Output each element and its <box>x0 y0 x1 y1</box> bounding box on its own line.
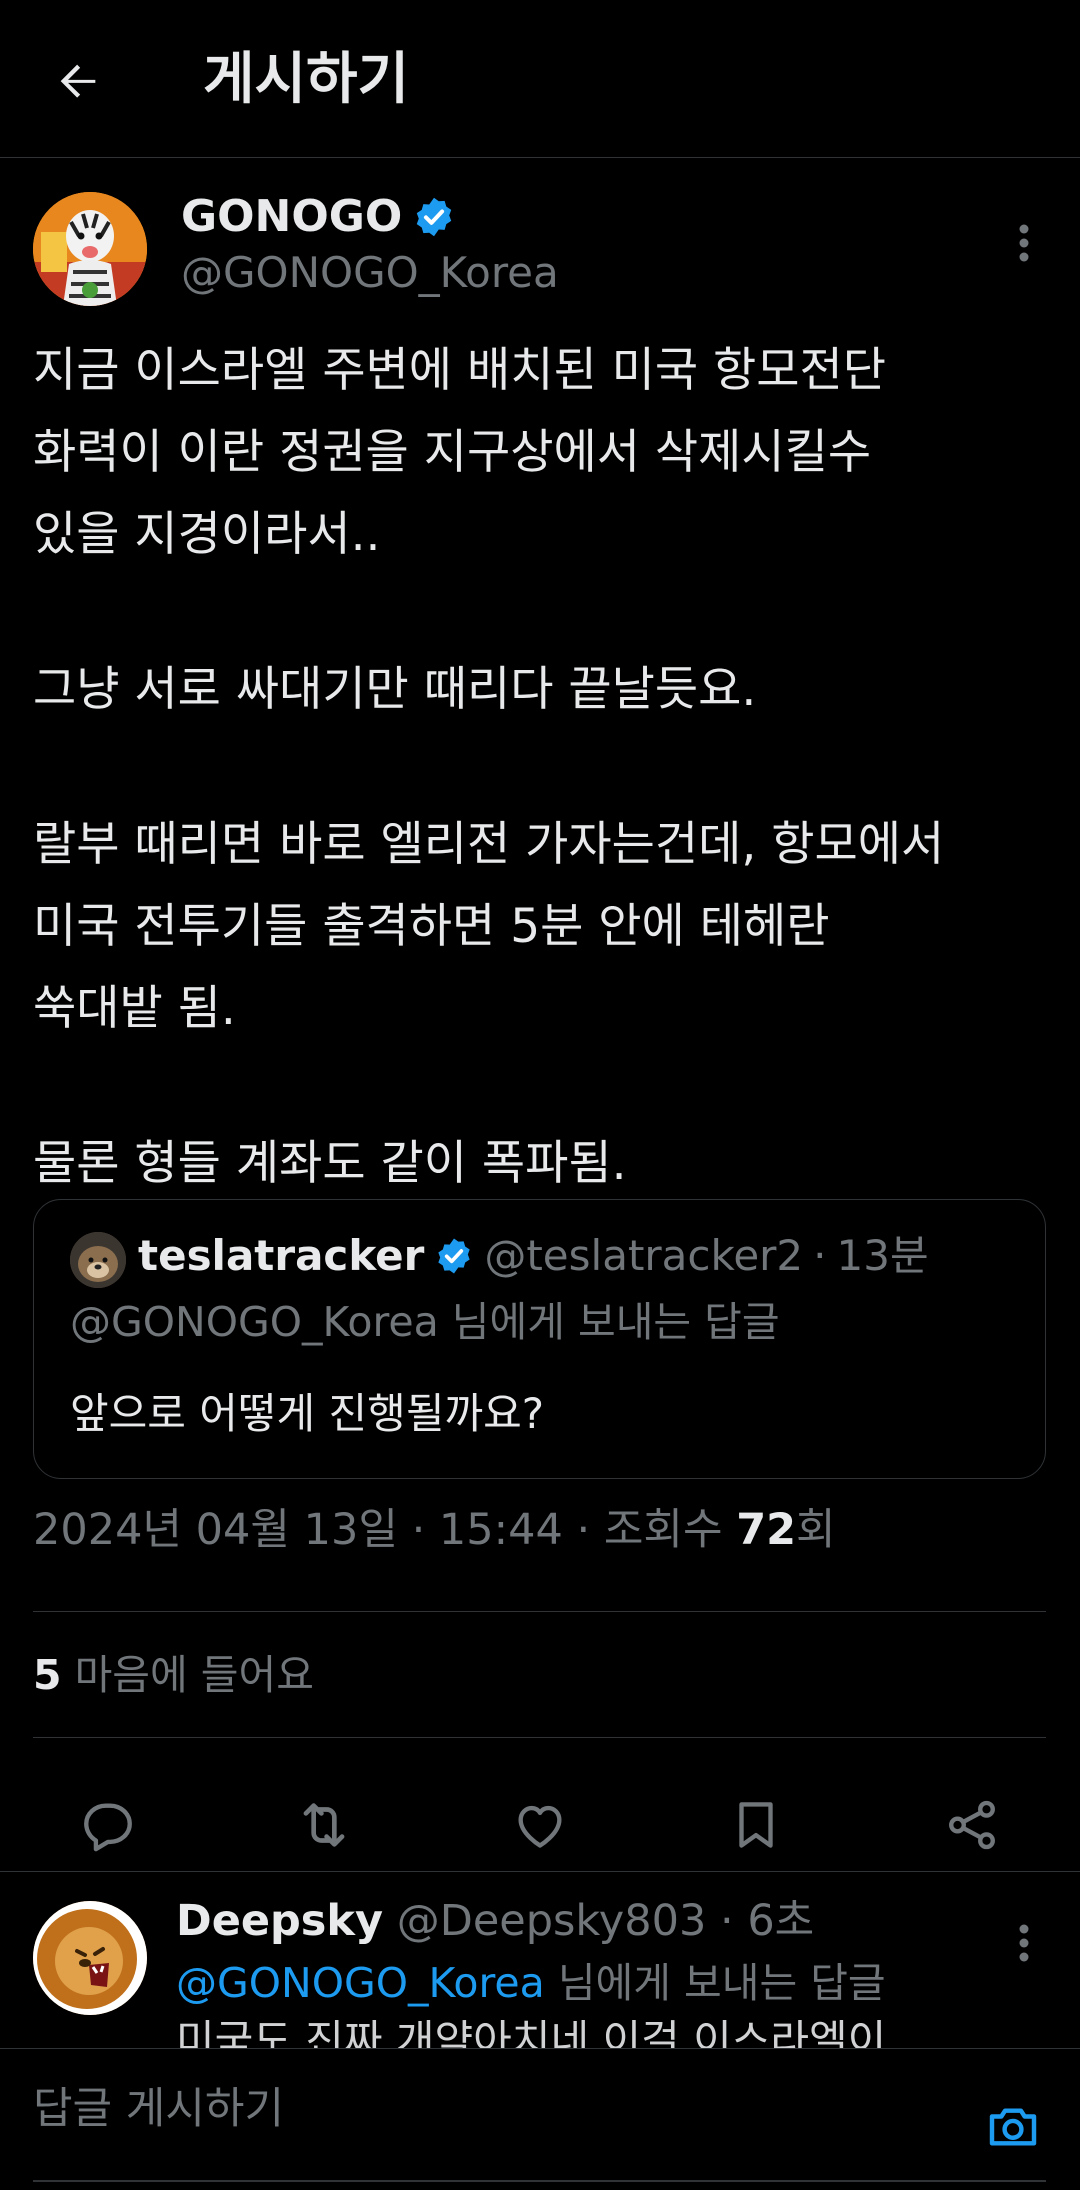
views-count: 72 <box>736 1505 797 1555</box>
retweet-icon <box>303 1803 345 1847</box>
reply-context-suffix: 님에게 보내는 답글 <box>557 1959 886 2007</box>
reply-author-name[interactable]: Deepsky <box>176 1896 383 1946</box>
quoted-reply-context: @GONOGO_Korea 님에게 보내는 답글 <box>70 1298 780 1346</box>
post-timestamp: 2024년 04월 13일 · 15:44 · 조회수 72회 <box>33 1495 836 1565</box>
more-vertical-icon <box>1019 1924 1029 1962</box>
quoted-time: 13분 <box>836 1231 929 1280</box>
quoted-author-name[interactable]: teslatracker <box>138 1224 424 1288</box>
reply-header: Deepsky @Deepsky803 · 6초 <box>176 1891 814 1951</box>
share-button[interactable] <box>932 1785 1012 1865</box>
quoted-author-handle: @teslatracker2 <box>484 1231 804 1280</box>
post-detail-screen: 게시하기 GONOGO @GONOGO_Korea 지금 이스라엘 주변에 배치… <box>0 0 1080 2190</box>
post-text: 지금 이스라엘 주변에 배치된 미국 항모전단 화력이 이란 정권을 지구상에서… <box>33 330 1053 1205</box>
post-date: 2024년 04월 13일 <box>33 1505 398 1555</box>
page-title: 게시하기 <box>203 47 410 112</box>
camera-button[interactable] <box>983 2097 1043 2157</box>
post-paragraph: 지금 이스라엘 주변에 배치된 미국 항모전단 화력이 이란 정권을 지구상에서… <box>33 343 887 562</box>
reply-post[interactable]: Deepsky @Deepsky803 · 6초 @GONOGO_Korea 님… <box>0 1871 1080 2051</box>
reply-context: @GONOGO_Korea 님에게 보내는 답글 <box>176 1953 886 2013</box>
quoted-text: 앞으로 어떻게 진행될까요? <box>70 1389 545 1438</box>
meta-separator: · <box>576 1505 591 1555</box>
quoted-post[interactable]: teslatracker @teslatracker2 · 13분 @GONOG… <box>33 1199 1046 1479</box>
retweet-button[interactable] <box>284 1785 364 1865</box>
more-options-button[interactable] <box>1004 1913 1044 1973</box>
bookmark-icon <box>739 1802 773 1848</box>
reply-composer <box>0 2048 1080 2190</box>
reply-text: 미국도 진짜 개약아치네 이걸 이스라엘이 <box>176 2016 887 2051</box>
meta-separator: · <box>813 1231 827 1280</box>
reply-author-handle: @Deepsky803 <box>396 1896 707 1946</box>
lion-avatar-image <box>33 1901 147 2015</box>
mention-link[interactable]: @GONOGO_Korea <box>176 1959 545 2007</box>
author-name[interactable]: GONOGO <box>181 187 402 247</box>
share-icon <box>949 1800 995 1850</box>
verified-badge-icon <box>438 1238 471 1274</box>
author-handle[interactable]: @GONOGO_Korea <box>181 245 559 301</box>
more-vertical-icon <box>1019 224 1029 262</box>
quoted-author-avatar[interactable] <box>70 1232 126 1288</box>
author-avatar[interactable] <box>33 192 147 306</box>
composer-underline <box>33 2180 1046 2182</box>
likes-label: 마음에 들어요 <box>74 1651 314 1699</box>
reply-author-avatar[interactable] <box>33 1901 147 2015</box>
divider <box>33 1611 1046 1612</box>
verified-badge-icon <box>417 197 452 237</box>
bookmark-button[interactable] <box>716 1785 796 1865</box>
camera-icon <box>989 2108 1037 2146</box>
back-button[interactable] <box>46 50 110 114</box>
post-paragraph: 그냥 서로 싸대기만 때리다 끝날듯요. <box>33 662 757 717</box>
like-button[interactable] <box>500 1785 580 1865</box>
top-app-bar: 게시하기 <box>0 0 1080 158</box>
quoted-header: teslatracker @teslatracker2 · 13분 <box>138 1224 929 1288</box>
post-paragraph: 물론 형들 계좌도 같이 폭파됨. <box>33 1136 627 1191</box>
more-options-button[interactable] <box>1004 213 1044 273</box>
author-name-row: GONOGO <box>181 187 456 247</box>
post-paragraph: 랄부 때리면 바로 엘리전 가자는건데, 항모에서 미국 전투기들 출격하면 5… <box>33 817 945 1036</box>
action-bar <box>0 1765 1080 1880</box>
meta-separator: · <box>411 1505 426 1555</box>
likes-summary[interactable]: 5 마음에 들어요 <box>33 1640 314 1710</box>
reply-time: 6초 <box>747 1896 815 1946</box>
tiger-avatar-image <box>33 192 147 306</box>
views-label: 조회수 <box>603 1505 723 1555</box>
divider <box>33 1737 1046 1738</box>
otter-avatar-image <box>70 1232 126 1288</box>
reply-button[interactable] <box>68 1785 148 1865</box>
arrow-left-icon <box>60 64 96 98</box>
meta-separator: · <box>719 1896 734 1946</box>
reply-input[interactable] <box>33 2069 933 2149</box>
views-suffix: 회 <box>796 1505 836 1555</box>
post-time: 15:44 <box>438 1505 563 1555</box>
likes-count: 5 <box>33 1651 62 1699</box>
reply-icon <box>84 1803 132 1852</box>
like-icon <box>518 1805 562 1848</box>
